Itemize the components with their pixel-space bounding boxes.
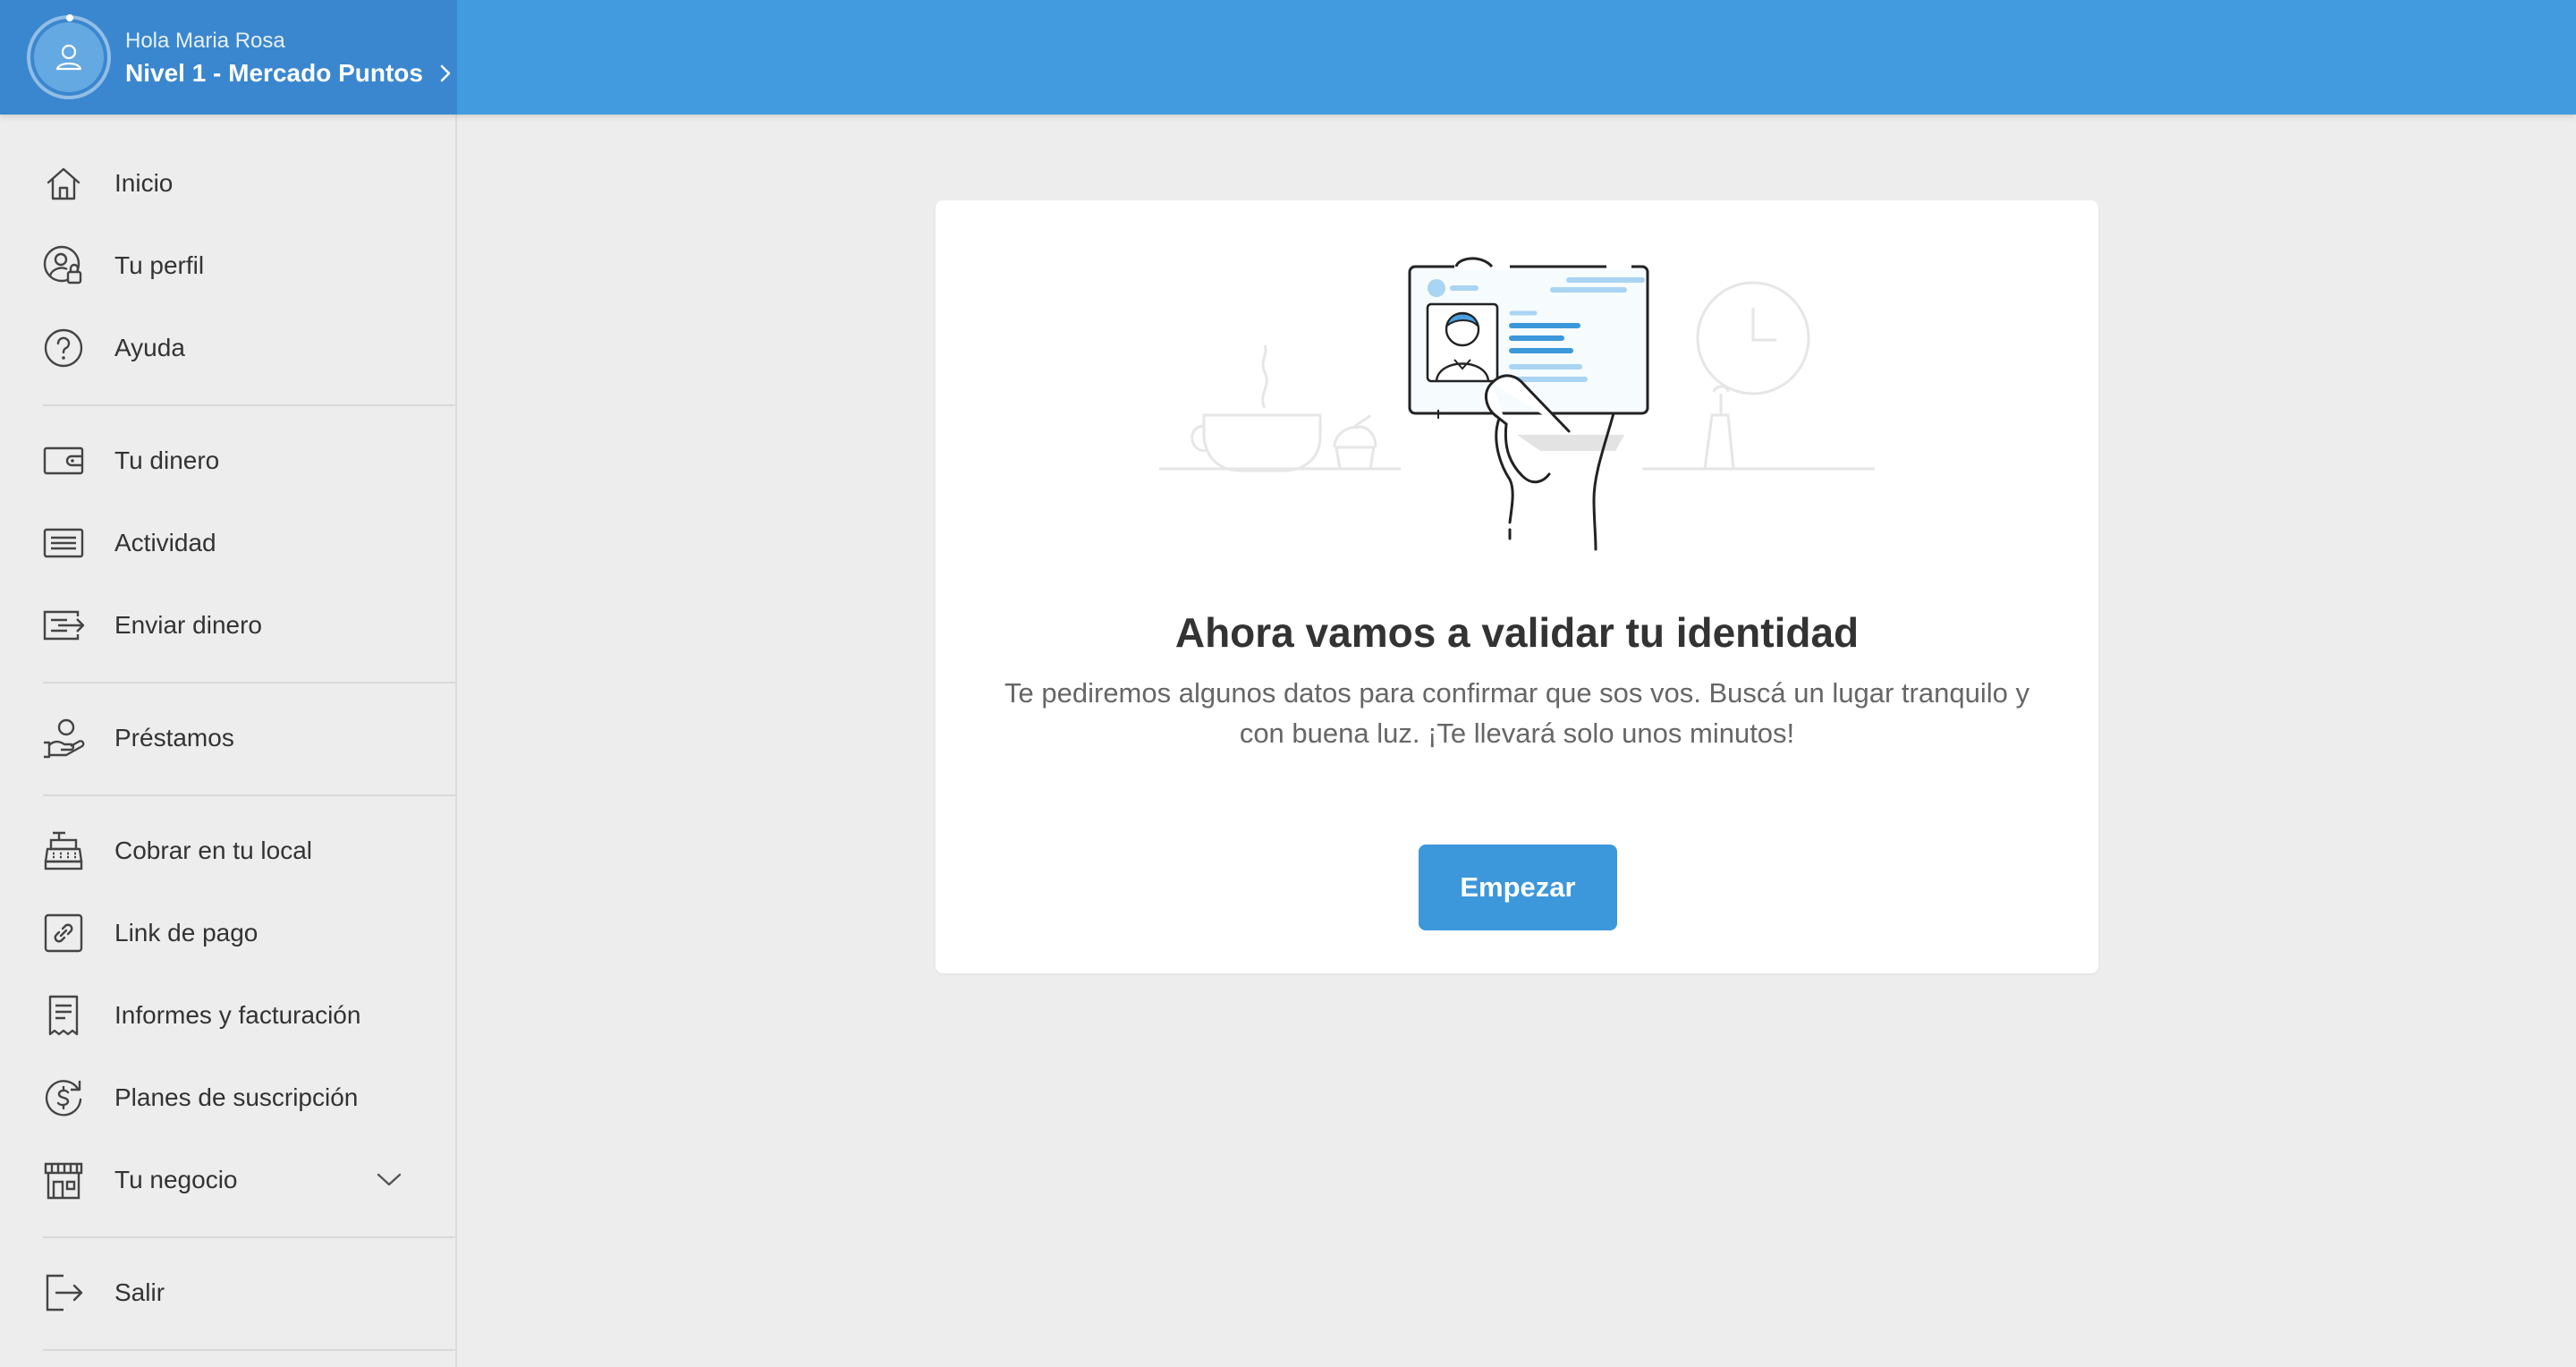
sidebar-item-informes-y-facturacion[interactable]: Informes y facturación [0, 974, 455, 1057]
sidebar-item-salir[interactable]: Salir [0, 1252, 455, 1334]
avatar [34, 22, 104, 92]
loan-icon [41, 716, 86, 760]
sidebar-item-label: Tu perfil [114, 251, 205, 279]
sidebar-item-cobrar-en-tu-local[interactable]: Cobrar en tu local [0, 810, 455, 892]
sidebar-item-link-de-pago[interactable]: Link de pago [0, 892, 455, 974]
sidebar-item-label: Link de pago [114, 919, 258, 947]
level-label-row: Nivel 1 - Mercado Puntos [125, 59, 452, 88]
greeting-text: Hola Maria Rosa [125, 29, 285, 53]
hand-holding-id-card-illustration [1159, 240, 1928, 553]
cash-register-icon [41, 828, 86, 873]
sidebar-divider [43, 794, 455, 796]
page-title: Ahora vamos a validar tu identidad [1174, 609, 1860, 656]
user-lock-icon [41, 243, 86, 288]
page-description: Te pediremos algunos datos para confirma… [1004, 677, 2029, 749]
sidebar-item-inicio[interactable]: Inicio [0, 142, 455, 225]
level-progress-dot [66, 14, 73, 21]
send-money-icon [41, 603, 86, 648]
help-icon [41, 326, 86, 370]
sidebar-item-label: Cobrar en tu local [114, 836, 313, 864]
user-level-link[interactable]: Hola Maria Rosa Nivel 1 - Mercado Puntos [0, 0, 457, 115]
sidebar-item-label: Inicio [114, 169, 174, 197]
activity-icon [41, 521, 86, 565]
sidebar-item-actividad[interactable]: Actividad [0, 502, 455, 584]
store-icon [41, 1158, 86, 1202]
sidebar-item-planes-de-suscripcion[interactable]: Planes de suscripción [0, 1057, 455, 1139]
home-icon [41, 161, 86, 206]
sidebar-item-tu-dinero[interactable]: Tu dinero [0, 420, 455, 502]
sidebar-divider [43, 404, 455, 406]
sidebar-item-prestamos[interactable]: Préstamos [0, 697, 455, 779]
sidebar-item-label: Actividad [114, 529, 216, 556]
chevron-right-icon [440, 64, 451, 82]
sidebar: Inicio Tu perfil Ayuda Tu dinero Activid… [0, 115, 457, 1367]
identity-validation-card: Ahora vamos a validar tu identidad Te pe… [936, 200, 2098, 973]
top-bar: Hola Maria Rosa Nivel 1 - Mercado Puntos [0, 0, 2576, 115]
sidebar-item-tu-negocio[interactable]: Tu negocio [0, 1139, 455, 1221]
sidebar-item-tu-perfil[interactable]: Tu perfil [0, 225, 455, 307]
sidebar-item-label: Tu dinero [114, 446, 220, 474]
sidebar-item-enviar-dinero[interactable]: Enviar dinero [0, 584, 455, 667]
sidebar-item-label: Informes y facturación [114, 1001, 361, 1029]
sidebar-item-label: Ayuda [114, 334, 185, 361]
sidebar-divider [43, 1236, 455, 1238]
receipt-icon [41, 993, 86, 1038]
chevron-down-icon[interactable] [376, 1167, 402, 1193]
sidebar-divider [43, 1349, 455, 1351]
sidebar-item-label: Préstamos [114, 724, 234, 751]
sidebar-item-ayuda[interactable]: Ayuda [0, 307, 455, 389]
sidebar-item-label: Enviar dinero [114, 611, 262, 639]
user-icon [55, 44, 82, 71]
sidebar-item-label: Salir [114, 1278, 165, 1306]
start-button[interactable]: Empezar [1419, 845, 1617, 930]
level-label: Nivel 1 - Mercado Puntos [125, 59, 423, 87]
sidebar-item-label: Planes de suscripción [114, 1083, 359, 1111]
wallet-icon [41, 438, 86, 483]
sidebar-divider [43, 682, 455, 684]
subscription-icon [41, 1075, 86, 1120]
sidebar-item-label: Tu negocio [114, 1166, 238, 1193]
logout-icon [41, 1270, 86, 1315]
payment-link-icon [41, 911, 86, 955]
